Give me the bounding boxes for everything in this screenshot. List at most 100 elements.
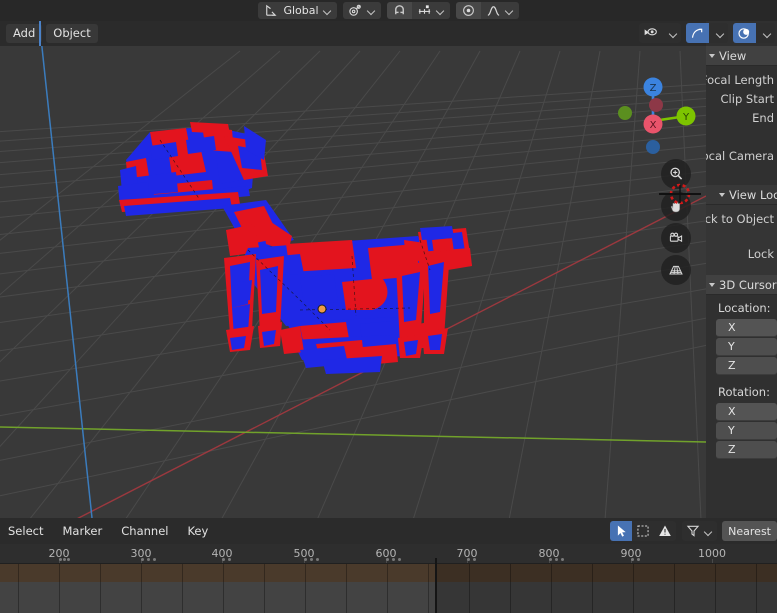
- object-type-visibility-button[interactable]: [639, 23, 662, 43]
- cursor-arrow-icon: [618, 525, 626, 537]
- chevron-down-icon[interactable]: [716, 29, 725, 38]
- gizmo-neg-z-ball[interactable]: [646, 140, 660, 154]
- timeline-gridline: [182, 564, 183, 613]
- panel-title-view: View: [719, 48, 747, 63]
- snap-to-dropdown[interactable]: [411, 2, 450, 19]
- cursor-rotation-x[interactable]: X: [716, 403, 777, 421]
- chevron-down-icon[interactable]: [367, 6, 376, 15]
- channel-area[interactable]: [0, 564, 777, 613]
- cursor-location-z[interactable]: Z: [716, 357, 777, 375]
- camera-view-button[interactable]: [661, 223, 691, 253]
- keyframe-tick: [555, 558, 558, 561]
- timeline-gridline: [551, 564, 552, 613]
- cursor-rotation-y[interactable]: Y: [716, 422, 777, 440]
- keyframe-tick: [59, 558, 62, 561]
- lock-to-object-row[interactable]: Lock to Object: [706, 209, 777, 228]
- panel-header-view[interactable]: View: [706, 46, 777, 66]
- timeline-gridline: [223, 564, 224, 613]
- 3d-viewport[interactable]: Z Y X: [0, 21, 706, 518]
- local-camera-row[interactable]: Local Camera: [706, 146, 777, 165]
- viewport-canvas[interactable]: [0, 21, 706, 518]
- show-overlays-button[interactable]: [733, 23, 756, 43]
- magnet-icon: [392, 3, 407, 18]
- dope-menu-channel[interactable]: Channel: [121, 524, 168, 538]
- proportional-falloff-dropdown[interactable]: [480, 2, 519, 19]
- keyframe-tick: [561, 558, 564, 561]
- cursor-location-x[interactable]: X: [716, 319, 777, 337]
- snap-mode-dropdown[interactable]: Nearest: [722, 521, 777, 541]
- panel-header-view-lock[interactable]: View Lock: [706, 185, 777, 205]
- timeline-gridline: [305, 564, 306, 613]
- snapping-group: [386, 2, 450, 19]
- blender-window: Global Z Y X Add Object View Focal Lengt…: [0, 0, 777, 613]
- panel-header-3d-cursor[interactable]: 3D Cursor: [706, 275, 777, 295]
- local-camera-check-row[interactable]: [706, 127, 777, 146]
- cursor-rotation-z[interactable]: Z: [716, 441, 777, 459]
- dope-menu-marker[interactable]: Marker: [62, 524, 102, 538]
- gizmo-icon: [691, 28, 703, 38]
- keyframe-tick: [304, 558, 307, 561]
- snap-magnet-toggle[interactable]: [386, 2, 412, 19]
- timeline-gridline: [100, 564, 101, 613]
- dope-sheet-editor: Select Marker Channel Key Nearest 200 30…: [0, 518, 777, 613]
- gizmo-axis-z[interactable]: Z: [643, 77, 663, 97]
- only-show-errors-toggle[interactable]: [654, 521, 677, 541]
- gizmo-neg-y-ball[interactable]: [618, 106, 632, 120]
- focal-length-row[interactable]: Focal Length: [706, 70, 777, 89]
- panel-body-view: Focal Length Clip Start End Local Camera: [706, 66, 777, 185]
- chevron-down-icon[interactable]: [704, 527, 713, 536]
- overlays-dropdown[interactable]: [756, 23, 775, 43]
- gizmo-axis-y[interactable]: Y: [676, 106, 696, 126]
- keyframe-tick: [637, 558, 640, 561]
- warning-icon: [659, 525, 671, 537]
- keyframe-tick: [147, 558, 150, 561]
- keyframe-tick: [467, 558, 470, 561]
- show-gizmo-button[interactable]: [686, 23, 709, 43]
- dope-menu-key[interactable]: Key: [187, 524, 208, 538]
- proportional-edit-toggle[interactable]: [610, 521, 633, 541]
- transform-orientation-dropdown[interactable]: Global: [258, 2, 337, 19]
- dope-menu-select[interactable]: Select: [8, 524, 43, 538]
- keyframe-tick: [67, 558, 70, 561]
- object-origin-dot: [317, 304, 327, 314]
- pivot-point-dropdown[interactable]: [342, 2, 381, 19]
- select-box-icon: [637, 525, 649, 537]
- viewport-overlay-toggles: [634, 23, 775, 43]
- timeline-gridline: [346, 564, 347, 613]
- clip-end-row[interactable]: End: [706, 108, 777, 127]
- transform-orientation-icon: [263, 3, 278, 18]
- chevron-down-icon[interactable]: [505, 6, 514, 15]
- viewport-sidebar[interactable]: View Focal Length Clip Start End Local C…: [706, 46, 777, 518]
- filter-toggle[interactable]: [682, 521, 718, 541]
- keyframe-tick: [222, 558, 225, 561]
- chevron-down-icon[interactable]: [323, 6, 332, 15]
- menu-object[interactable]: Object: [46, 24, 98, 43]
- navigation-gizmo[interactable]: Z Y X: [608, 73, 698, 163]
- keyframe-tick: [310, 558, 313, 561]
- keyframe-tick: [63, 558, 66, 561]
- toggle-ortho-button[interactable]: [661, 255, 691, 285]
- gizmo-axis-x[interactable]: X: [643, 114, 663, 134]
- gizmo-neg-x-ball[interactable]: [649, 98, 663, 112]
- timeline-gridline: [715, 564, 716, 613]
- out-of-range-overlay: [435, 564, 777, 613]
- object-type-visibility-dropdown[interactable]: [662, 23, 681, 43]
- gizmo-dropdown[interactable]: [709, 23, 728, 43]
- playhead[interactable]: [435, 558, 437, 613]
- clip-start-row[interactable]: Clip Start: [706, 89, 777, 108]
- chevron-down-icon[interactable]: [436, 6, 445, 15]
- timeline-gridline: [756, 564, 757, 613]
- cursor-location-label: Location:: [718, 301, 771, 315]
- cursor-location-y[interactable]: Y: [716, 338, 777, 356]
- keyframe-tick: [631, 558, 634, 561]
- chevron-down-icon[interactable]: [669, 29, 678, 38]
- proportional-editing-toggle[interactable]: [455, 2, 481, 19]
- menu-add[interactable]: Add: [6, 24, 43, 43]
- lock-row[interactable]: Lock: [706, 244, 777, 263]
- pivot-point-icon: [348, 3, 363, 18]
- chevron-down-icon[interactable]: [763, 29, 772, 38]
- timeline-gridline: [633, 564, 634, 613]
- select-box-toggle[interactable]: [632, 521, 655, 541]
- tool-settings-bar: Global: [0, 0, 777, 21]
- keyframe-tick: [228, 558, 231, 561]
